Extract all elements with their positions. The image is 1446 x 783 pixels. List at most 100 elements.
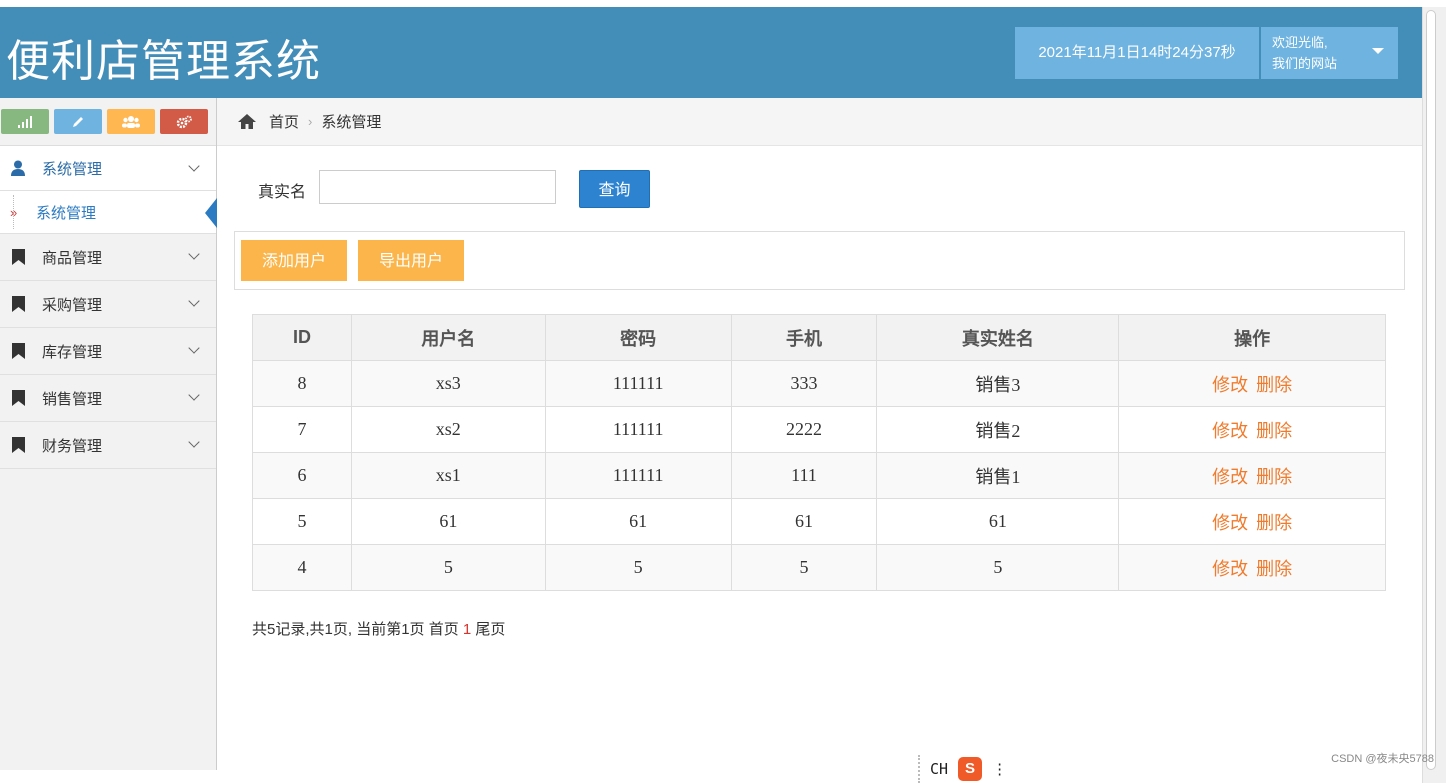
chevron-down-icon	[188, 389, 200, 401]
cell-id: 4	[252, 544, 352, 591]
export-user-button[interactable]: 导出用户	[358, 240, 464, 281]
bookmark-icon	[10, 343, 26, 359]
chevron-down-icon	[188, 436, 200, 448]
pencil-icon	[73, 116, 83, 127]
delete-link[interactable]: 删除	[1256, 421, 1292, 442]
table-row: 7 xs2 111111 2222 销售2 修改 删除	[252, 406, 1386, 453]
edit-link[interactable]: 修改	[1212, 375, 1248, 396]
sogou-logo-icon[interactable]: S	[958, 757, 983, 781]
col-header-id: ID	[252, 314, 352, 361]
ime-language[interactable]: CH	[930, 760, 948, 778]
sidebar-item-label: 销售管理	[42, 390, 103, 408]
home-icon	[238, 114, 256, 129]
cell-actions: 修改 删除	[1118, 544, 1386, 591]
delete-link[interactable]: 删除	[1256, 375, 1292, 396]
scrollbar-thumb[interactable]	[1426, 10, 1436, 770]
cogs-shortcut-button[interactable]	[160, 109, 208, 134]
chevron-down-icon	[188, 248, 200, 260]
cell-username: xs1	[350, 452, 546, 499]
cell-realname: 销售2	[876, 406, 1120, 453]
caret-down-icon	[1372, 48, 1384, 54]
user-table: ID 用户名 密码 手机 真实姓名 操作 8 xs3 111111 333 销售…	[252, 314, 1386, 591]
cell-password: 5	[544, 544, 732, 591]
edit-link[interactable]: 修改	[1212, 513, 1248, 534]
cell-phone: 333	[730, 360, 878, 407]
pagination-first-link[interactable]: 首页	[429, 621, 459, 638]
add-user-button[interactable]: 添加用户	[241, 240, 347, 281]
bookmark-icon	[10, 437, 26, 453]
sidebar-item-system[interactable]: 系统管理	[0, 146, 216, 191]
bookmark-icon	[10, 390, 26, 406]
cell-realname: 5	[876, 544, 1120, 591]
query-button[interactable]: 查询	[579, 170, 650, 208]
user-icon	[10, 160, 26, 176]
angle-right-icon: ›	[308, 114, 313, 129]
cell-username: 5	[350, 544, 546, 591]
users-icon	[122, 115, 140, 128]
cell-id: 6	[252, 452, 352, 499]
breadcrumb-home-link[interactable]: 首页	[269, 111, 299, 132]
app-title: 便利店管理系统	[6, 36, 321, 87]
cell-realname: 销售1	[876, 452, 1120, 499]
realname-search-input[interactable]	[319, 170, 556, 204]
user-menu[interactable]: 欢迎光临, 我们的网站	[1261, 27, 1398, 79]
delete-link[interactable]: 删除	[1256, 513, 1292, 534]
pagination-summary: 共5记录,共1页, 当前第1页	[252, 621, 425, 638]
col-header-phone: 手机	[730, 314, 878, 361]
signal-icon	[18, 115, 32, 128]
cell-actions: 修改 删除	[1118, 498, 1386, 545]
cell-phone: 2222	[730, 406, 878, 453]
pencil-shortcut-button[interactable]	[54, 109, 102, 134]
edit-link[interactable]: 修改	[1212, 421, 1248, 442]
delete-link[interactable]: 删除	[1256, 559, 1292, 580]
sidebar-item-label: 采购管理	[42, 296, 103, 314]
pagination: 共5记录,共1页, 当前第1页 首页 1 尾页	[252, 618, 505, 639]
cell-actions: 修改 删除	[1118, 360, 1386, 407]
users-shortcut-button[interactable]	[107, 109, 155, 134]
chevron-down-icon	[188, 160, 200, 172]
action-bar: 添加用户 导出用户	[234, 231, 1405, 290]
sidebar-item-finance[interactable]: 财务管理	[0, 422, 216, 469]
cell-password: 111111	[544, 452, 732, 499]
cell-password: 111111	[544, 360, 732, 407]
sidebar-subitem-system[interactable]: » 系统管理	[0, 191, 217, 234]
sidebar-item-label: 财务管理	[42, 437, 103, 455]
vertical-scrollbar[interactable]	[1422, 7, 1446, 783]
pagination-current-page[interactable]: 1	[463, 621, 471, 638]
table-row: 6 xs1 111111 111 销售1 修改 删除	[252, 452, 1386, 499]
sidebar-item-purchase[interactable]: 采购管理	[0, 281, 216, 328]
sidebar-item-sales[interactable]: 销售管理	[0, 375, 216, 422]
sidebar-item-goods[interactable]: 商品管理	[0, 234, 216, 281]
sidebar-item-label: 系统管理	[42, 160, 103, 178]
cell-username: 61	[350, 498, 546, 545]
header-bar: 便利店管理系统 2021年11月1日14时24分37秒 欢迎光临, 我们的网站	[0, 7, 1422, 98]
breadcrumb: 首页 › 系统管理	[217, 98, 1422, 146]
edit-link[interactable]: 修改	[1212, 559, 1248, 580]
sidebar-item-inventory[interactable]: 库存管理	[0, 328, 216, 375]
sidebar-item-label: 商品管理	[42, 249, 103, 267]
cell-password: 61	[544, 498, 732, 545]
ime-toolbar: CH S ⋮	[918, 755, 1007, 783]
cell-phone: 111	[730, 452, 878, 499]
chevron-down-icon	[188, 342, 200, 354]
delete-link[interactable]: 删除	[1256, 467, 1292, 488]
cell-username: xs3	[350, 360, 546, 407]
sidebar-subitem-label: 系统管理	[36, 204, 97, 222]
top-strip	[0, 0, 1422, 7]
table-row: 8 xs3 111111 333 销售3 修改 删除	[252, 360, 1386, 407]
edit-link[interactable]: 修改	[1212, 467, 1248, 488]
pagination-last-link[interactable]: 尾页	[475, 621, 505, 638]
signal-shortcut-button[interactable]	[1, 109, 49, 134]
cell-id: 5	[252, 498, 352, 545]
col-header-realname: 真实姓名	[876, 314, 1120, 361]
cell-realname: 61	[876, 498, 1120, 545]
col-header-actions: 操作	[1118, 314, 1386, 361]
col-header-username: 用户名	[350, 314, 546, 361]
cell-id: 7	[252, 406, 352, 453]
sidebar: 系统管理 » 系统管理 商品管理 采购管理 库存管理 销售管理 财务管理	[0, 98, 217, 770]
cell-actions: 修改 删除	[1118, 406, 1386, 453]
ime-menu-icon[interactable]: ⋮	[992, 760, 1007, 778]
table-row: 5 61 61 61 61 修改 删除	[252, 498, 1386, 545]
cell-password: 111111	[544, 406, 732, 453]
cell-id: 8	[252, 360, 352, 407]
